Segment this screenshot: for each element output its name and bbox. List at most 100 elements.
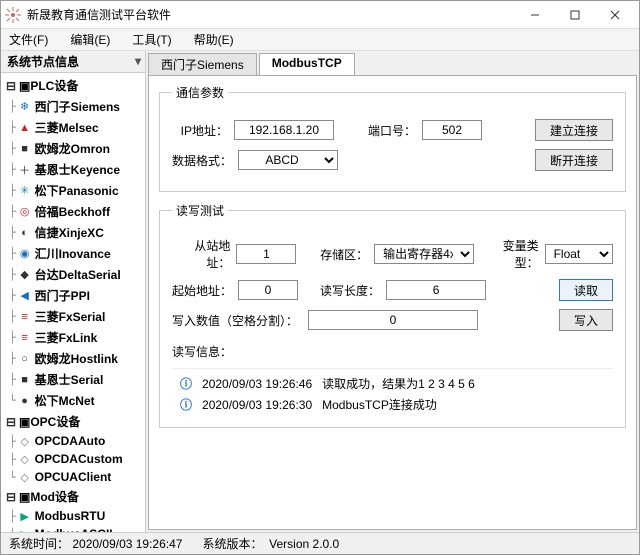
- folder-icon: ▣: [19, 415, 30, 429]
- tree-connector: ├: [9, 352, 16, 365]
- node-label: OPCUAClient: [35, 470, 112, 484]
- node-icon: ○: [18, 353, 32, 365]
- log-row: ⓘ2020/09/03 19:26:46读取成功，结果为1 2 3 4 5 6: [172, 373, 613, 394]
- read-button[interactable]: 读取: [559, 279, 613, 301]
- node-label: 三菱FxLink: [35, 329, 98, 346]
- tree-connector: ├: [9, 510, 16, 523]
- node-icon: ◐: [18, 227, 32, 239]
- node-icon: ◉: [18, 247, 32, 260]
- node-icon: ●: [18, 395, 32, 407]
- collapse-icon: ⊟: [5, 415, 17, 429]
- tree-group[interactable]: ⊟ ▣ OPC设备: [1, 411, 145, 432]
- disconnect-button[interactable]: 断开连接: [535, 149, 613, 171]
- tree-node[interactable]: ├≡三菱FxSerial: [1, 306, 145, 327]
- panel: 通信参数 IP地址： 端口号： 建立连接 数据格式： ABCD 断开连接: [148, 75, 637, 530]
- tree-node[interactable]: ├＋基恩士Keyence: [1, 159, 145, 180]
- statusbar: 系统时间： 2020/09/03 19:26:47 系统版本： Version …: [1, 532, 639, 554]
- tree-node[interactable]: ├◀西门子PPI: [1, 285, 145, 306]
- tree-node[interactable]: ├▶ModbusASCII: [1, 525, 145, 532]
- store-select[interactable]: 输出寄存器4x: [374, 244, 474, 264]
- node-icon: ▲: [18, 122, 32, 134]
- tree-node[interactable]: └●松下McNet: [1, 390, 145, 411]
- tree: ⊟ ▣ PLC设备├❄西门子Siemens├▲三菱Melsec├■欧姆龙Omro…: [1, 73, 145, 532]
- tree-connector: ├: [9, 121, 16, 134]
- node-label: 欧姆龙Hostlink: [35, 350, 118, 367]
- tree-node[interactable]: └◇OPCUAClient: [1, 468, 145, 486]
- node-icon: ■: [18, 374, 32, 386]
- window-title: 新晟教育通信测试平台软件: [27, 6, 515, 23]
- tree-node[interactable]: ├▶ModbusRTU: [1, 507, 145, 525]
- ip-input[interactable]: [234, 120, 334, 140]
- content: 西门子SiemensModbusTCP 通信参数 IP地址： 端口号： 建立连接…: [146, 51, 639, 532]
- tree-node[interactable]: ├◐信捷XinjeXC: [1, 222, 145, 243]
- write-input[interactable]: [308, 310, 478, 330]
- node-label: 西门子PPI: [35, 287, 90, 304]
- pin-icon[interactable]: ▾: [135, 54, 141, 68]
- node-label: 信捷XinjeXC: [35, 224, 104, 241]
- tree-node[interactable]: ├◆台达DeltaSerial: [1, 264, 145, 285]
- slave-input[interactable]: [236, 244, 296, 264]
- close-button[interactable]: [595, 1, 635, 29]
- menu-tool[interactable]: 工具(T): [128, 29, 175, 50]
- node-label: 松下Panasonic: [35, 182, 119, 199]
- collapse-icon: ⊟: [5, 79, 17, 93]
- tabstrip: 西门子SiemensModbusTCP: [148, 53, 637, 75]
- log-row: ⓘ2020/09/03 19:26:30ModbusTCP连接成功: [172, 394, 613, 415]
- tree-connector: ├: [9, 100, 16, 113]
- tree-connector: ├: [9, 310, 16, 323]
- sidebar: 系统节点信息 ▾ ⊟ ▣ PLC设备├❄西门子Siemens├▲三菱Melsec…: [1, 51, 146, 532]
- node-label: 西门子Siemens: [35, 98, 120, 115]
- tree-node[interactable]: ├◇OPCDAAuto: [1, 432, 145, 450]
- tree-connector: ├: [9, 268, 16, 281]
- tree-node[interactable]: ├■欧姆龙Omron: [1, 138, 145, 159]
- tree-node[interactable]: ├✳松下Panasonic: [1, 180, 145, 201]
- format-label: 数据格式：: [172, 152, 232, 169]
- node-icon: ▶: [18, 510, 32, 523]
- len-input[interactable]: [386, 280, 486, 300]
- tree-connector: ├: [9, 184, 16, 197]
- node-icon: ◇: [18, 453, 32, 466]
- tree-group[interactable]: ⊟ ▣ PLC设备: [1, 75, 145, 96]
- tree-node[interactable]: ├❄西门子Siemens: [1, 96, 145, 117]
- start-label: 起始地址：: [172, 282, 232, 299]
- node-icon: ≡: [18, 332, 32, 344]
- node-icon: ◀: [18, 289, 32, 302]
- tree-node[interactable]: ├◇OPCDACustom: [1, 450, 145, 468]
- port-label: 端口号：: [366, 122, 416, 139]
- menu-edit[interactable]: 编辑(E): [66, 29, 114, 50]
- vtype-select[interactable]: Float: [545, 244, 613, 264]
- tree-connector: └: [9, 394, 16, 407]
- port-input[interactable]: [422, 120, 482, 140]
- node-label: OPCDACustom: [35, 452, 123, 466]
- menu-help[interactable]: 帮助(E): [190, 29, 238, 50]
- tree-node[interactable]: ├◎倍福Beckhoff: [1, 201, 145, 222]
- maximize-button[interactable]: [555, 1, 595, 29]
- tab[interactable]: ModbusTCP: [259, 53, 355, 75]
- connect-button[interactable]: 建立连接: [535, 119, 613, 141]
- tab[interactable]: 西门子Siemens: [148, 53, 257, 75]
- collapse-icon: ⊟: [5, 490, 17, 504]
- tree-node[interactable]: ├◉汇川Inovance: [1, 243, 145, 264]
- tree-connector: ├: [9, 331, 16, 344]
- slave-label: 从站地址：: [172, 237, 230, 271]
- write-button[interactable]: 写入: [559, 309, 613, 331]
- minimize-button[interactable]: [515, 1, 555, 29]
- tree-node[interactable]: ├○欧姆龙Hostlink: [1, 348, 145, 369]
- node-icon: ＋: [18, 162, 32, 178]
- group-label: PLC设备: [30, 77, 78, 94]
- start-input[interactable]: [238, 280, 298, 300]
- node-icon: ◎: [18, 205, 32, 218]
- sidebar-title: 系统节点信息: [7, 55, 79, 69]
- tree-node[interactable]: ├▲三菱Melsec: [1, 117, 145, 138]
- menu-file[interactable]: 文件(F): [5, 29, 52, 50]
- tree-node[interactable]: ├■基恩士Serial: [1, 369, 145, 390]
- log-time: 2020/09/03 19:26:30: [202, 398, 312, 412]
- node-label: 汇川Inovance: [35, 245, 111, 262]
- format-select[interactable]: ABCD: [238, 150, 338, 170]
- menubar: 文件(F) 编辑(E) 工具(T) 帮助(E): [1, 29, 639, 51]
- tree-group[interactable]: ⊟ ▣ Mod设备: [1, 486, 145, 507]
- write-label: 写入数值（空格分割）：: [172, 312, 302, 329]
- tree-node[interactable]: ├≡三菱FxLink: [1, 327, 145, 348]
- node-label: 台达DeltaSerial: [35, 266, 121, 283]
- log-label: 读写信息：: [172, 343, 232, 360]
